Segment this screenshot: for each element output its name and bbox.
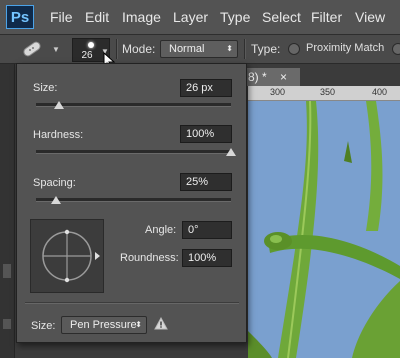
horizontal-ruler: 300 350 400: [248, 86, 400, 101]
size-slider[interactable]: [36, 101, 231, 109]
menu-bar: Ps File Edit Image Layer Type Select Fil…: [0, 0, 400, 35]
spacing-slider-thumb[interactable]: [50, 196, 61, 204]
size-label: Size:: [33, 82, 58, 94]
hardness-slider-thumb[interactable]: [226, 148, 236, 156]
proximity-match-label: Proximity Match: [306, 42, 385, 54]
tool-button[interactable]: [3, 264, 11, 278]
menu-edit[interactable]: Edit: [85, 9, 109, 25]
spot-healing-brush-icon[interactable]: [20, 39, 44, 59]
pen-pressure-value: Pen Pressure: [70, 319, 137, 331]
menu-layer[interactable]: Layer: [173, 9, 208, 25]
next-type-radio[interactable]: [392, 43, 400, 55]
menu-filter[interactable]: Filter: [311, 9, 342, 25]
hardness-field[interactable]: 100%: [180, 125, 232, 143]
hardness-slider[interactable]: [36, 148, 236, 156]
options-bar: ▼ 26 ▼ Mode: Normal ⬍ Type: Proximity Ma…: [0, 35, 400, 70]
hardness-label: Hardness:: [33, 129, 84, 141]
mode-label: Mode:: [122, 42, 156, 56]
tools-panel: [0, 64, 15, 358]
tool-button[interactable]: [3, 319, 11, 329]
ruler-tick-label: 400: [372, 87, 388, 97]
document-tab-title: 8) *: [248, 70, 267, 84]
roundness-field[interactable]: 100%: [182, 249, 232, 267]
brush-size-readout: 26: [81, 50, 93, 61]
updown-arrows-icon: ⬍: [226, 44, 233, 53]
separator: [116, 39, 118, 59]
brush-angle-preview[interactable]: [30, 219, 104, 293]
proximity-match-radio[interactable]: [288, 43, 300, 55]
document-tab[interactable]: 8) * ×: [244, 68, 300, 86]
menu-select[interactable]: Select: [262, 9, 301, 25]
mode-select-value: Normal: [169, 43, 205, 55]
size-slider-thumb[interactable]: [54, 101, 65, 109]
type-label: Type:: [251, 42, 281, 56]
mode-select[interactable]: Normal ⬍: [160, 40, 238, 58]
angle-label: Angle:: [145, 224, 177, 236]
updown-arrows-icon: ⬍: [135, 320, 142, 329]
spacing-field[interactable]: 25%: [180, 173, 232, 191]
spacing-slider[interactable]: [36, 196, 231, 204]
angle-roundness-widget-icon: [42, 229, 100, 283]
panel-divider: [25, 302, 239, 304]
ruler-tick-label: 300: [270, 87, 286, 97]
menu-image[interactable]: Image: [122, 9, 161, 25]
tool-preset-chevron-down-icon[interactable]: ▼: [52, 45, 60, 54]
warning-icon: [154, 317, 168, 330]
pressure-size-label: Size:: [31, 320, 56, 332]
brush-tip-icon: [88, 42, 94, 48]
plant-stems-image: [248, 101, 400, 358]
angle-field[interactable]: 0°: [182, 221, 232, 239]
size-field[interactable]: 26 px: [180, 79, 232, 97]
menu-view[interactable]: View: [355, 9, 385, 25]
brush-preset-picker-panel: Size: 26 px Hardness: 100% Spacing: 25% …: [16, 63, 247, 343]
menu-type[interactable]: Type: [220, 9, 250, 25]
roundness-label: Roundness:: [120, 252, 179, 264]
spacing-label: Spacing:: [33, 177, 76, 189]
close-tab-icon[interactable]: ×: [280, 68, 287, 86]
image-canvas[interactable]: [248, 101, 400, 358]
pen-pressure-select[interactable]: Pen Pressure ⬍: [61, 316, 147, 334]
ruler-tick-label: 350: [320, 87, 336, 97]
separator: [244, 39, 246, 59]
menu-file[interactable]: File: [50, 9, 73, 25]
photoshop-logo: Ps: [6, 5, 34, 29]
